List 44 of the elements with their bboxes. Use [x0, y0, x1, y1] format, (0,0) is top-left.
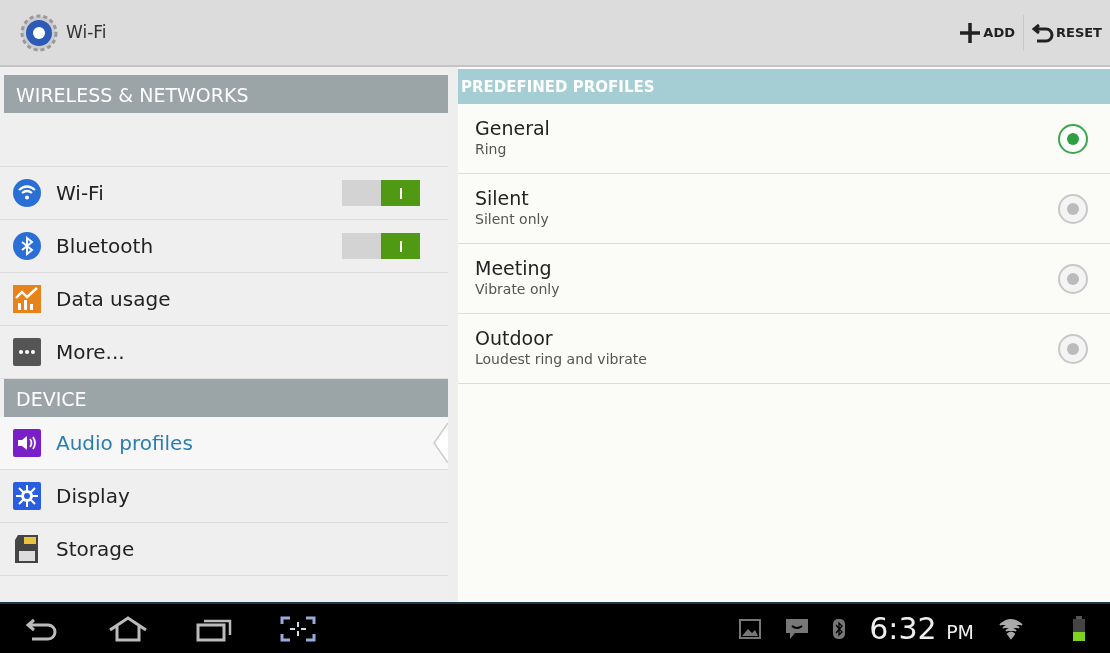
chat-icon[interactable] — [785, 617, 810, 640]
settings-item[interactable]: Wi-Fi — [0, 167, 448, 220]
chart-icon — [12, 284, 42, 314]
profile-name: Silent — [475, 186, 530, 210]
wifi-signal-icon — [998, 616, 1024, 641]
settings-item[interactable]: Audio profiles — [0, 417, 448, 470]
section-header: DEVICE — [4, 379, 448, 417]
brightness-icon — [12, 481, 42, 511]
settings-item[interactable]: Bluetooth — [0, 220, 448, 273]
clock: 6:32 PM — [869, 610, 974, 648]
screenshot-icon[interactable] — [280, 615, 316, 642]
toggle-switch[interactable] — [342, 233, 420, 259]
add-button[interactable]: ADD — [951, 12, 1023, 53]
screen-title: Wi-Fi — [66, 20, 107, 44]
speaker-icon — [12, 428, 42, 458]
plus-icon — [959, 21, 982, 44]
wifi-icon — [12, 178, 42, 208]
section-header: WIRELESS & NETWORKS — [4, 75, 448, 113]
image-icon[interactable] — [739, 618, 762, 639]
battery-icon — [1072, 615, 1086, 642]
bluetooth-icon — [12, 231, 42, 261]
home-icon[interactable] — [108, 615, 148, 642]
radio-button[interactable] — [1058, 263, 1088, 294]
chevron-icon — [432, 423, 448, 463]
profile-summary: Silent only — [475, 210, 549, 230]
settings-item[interactable]: Data usage — [0, 273, 448, 326]
more-icon — [12, 337, 42, 367]
radio-button[interactable] — [1058, 123, 1088, 154]
profile-name: Meeting — [475, 256, 553, 280]
profile-summary: Loudest ring and vibrate — [475, 350, 647, 370]
profile-name: Outdoor — [475, 326, 554, 350]
section-header: PREDEFINED PROFILES — [458, 69, 1110, 104]
radio-button[interactable] — [1058, 333, 1088, 364]
profile-summary: Ring — [475, 140, 508, 160]
undo-icon — [1032, 22, 1054, 43]
radio-button[interactable] — [1058, 193, 1088, 224]
profile-name: General — [475, 116, 550, 140]
bluetooth-icon — [833, 618, 846, 639]
toggle-switch[interactable] — [342, 180, 420, 206]
settings-item[interactable]: Storage — [0, 523, 448, 576]
reset-button[interactable]: RESET — [1024, 12, 1110, 53]
settings-icon[interactable] — [20, 13, 58, 52]
settings-item[interactable]: Display — [0, 470, 448, 523]
profile-summary: Vibrate only — [475, 280, 560, 300]
